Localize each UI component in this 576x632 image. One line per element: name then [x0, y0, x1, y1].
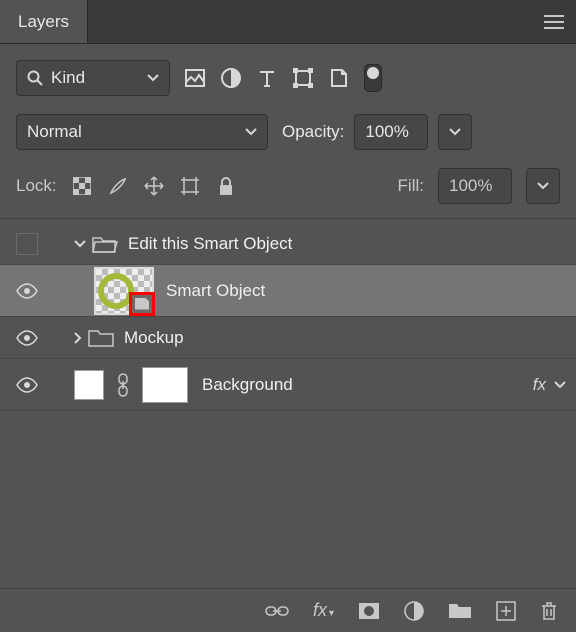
filter-pixel-button[interactable] — [184, 69, 206, 87]
link-icon[interactable] — [116, 373, 130, 397]
visibility-toggle[interactable] — [0, 377, 54, 393]
filter-toggle[interactable] — [364, 64, 382, 92]
blend-row: Normal Opacity: 100% — [0, 106, 576, 160]
filter-kind-select[interactable]: Kind — [16, 60, 170, 96]
filter-row: Kind — [0, 44, 576, 106]
lock-icon — [218, 176, 234, 196]
visibility-toggle[interactable] — [0, 330, 54, 346]
mask-button[interactable] — [358, 602, 380, 620]
chevron-down-icon[interactable] — [74, 240, 86, 248]
layers-list: Edit this Smart Object Smart Object — [0, 223, 576, 588]
divider — [0, 218, 576, 219]
fill-label: Fill: — [398, 176, 424, 196]
smartobject-icon — [330, 68, 348, 88]
opacity-label: Opacity: — [282, 122, 344, 142]
blend-mode-label: Normal — [27, 122, 82, 142]
new-group-button[interactable] — [448, 602, 472, 620]
opacity-dropdown-button[interactable] — [438, 114, 472, 150]
layer-smart-object[interactable]: Smart Object — [0, 265, 576, 317]
chevron-down-icon[interactable] — [554, 381, 566, 389]
fill-dropdown-button[interactable] — [526, 168, 560, 204]
delete-layer-button[interactable] — [540, 601, 558, 621]
lock-brush-button[interactable] — [107, 176, 129, 196]
folder-open-icon — [92, 234, 118, 254]
chevron-down-icon — [537, 182, 549, 190]
filter-adjustment-button[interactable] — [220, 68, 242, 88]
move-icon — [143, 175, 165, 197]
filter-shape-button[interactable] — [292, 68, 314, 88]
layer-thumbnail[interactable] — [74, 370, 104, 400]
chevron-down-icon — [245, 128, 257, 136]
opacity-value: 100% — [365, 122, 408, 142]
eye-icon — [16, 330, 38, 346]
visibility-toggle[interactable] — [0, 283, 54, 299]
panel-menu-button[interactable] — [532, 0, 576, 43]
brush-icon — [108, 176, 128, 196]
checker-icon — [73, 177, 91, 195]
fill-value: 100% — [449, 176, 492, 196]
type-icon — [258, 69, 276, 87]
artboard-icon — [179, 175, 201, 197]
chevron-down-icon — [147, 74, 159, 82]
link-layers-button[interactable] — [265, 604, 289, 618]
filter-type-button[interactable] — [256, 69, 278, 87]
image-icon — [185, 69, 205, 87]
empty-eye-icon — [16, 233, 38, 255]
folder-icon — [88, 328, 114, 348]
search-icon — [27, 70, 43, 86]
tab-layers[interactable]: Layers — [0, 0, 88, 43]
mask-icon — [358, 602, 380, 620]
lock-transparency-button[interactable] — [71, 177, 93, 195]
lock-artboard-button[interactable] — [179, 175, 201, 197]
tab-layers-label: Layers — [18, 12, 69, 32]
visibility-toggle[interactable] — [0, 233, 54, 255]
eye-icon — [16, 283, 38, 299]
plus-box-icon — [496, 601, 516, 621]
fx-indicator: fx — [533, 375, 546, 395]
folder-icon — [448, 602, 472, 620]
opacity-input[interactable]: 100% — [354, 114, 428, 150]
eye-icon — [16, 377, 38, 393]
filter-smartobject-button[interactable] — [328, 68, 350, 88]
lock-position-button[interactable] — [143, 175, 165, 197]
mask-thumbnail[interactable] — [142, 367, 188, 403]
blend-mode-select[interactable]: Normal — [16, 114, 268, 150]
layer-name: Background — [202, 375, 293, 395]
adjustment-icon — [404, 601, 424, 621]
trash-icon — [540, 601, 558, 621]
filter-kind-label: Kind — [51, 68, 85, 88]
lock-row: Lock: Fill: 100% — [0, 160, 576, 218]
adjustment-layer-button[interactable] — [404, 601, 424, 621]
layer-name: Mockup — [124, 328, 184, 348]
chain-icon — [265, 604, 289, 618]
layer-thumbnail[interactable] — [94, 267, 154, 315]
layer-name: Edit this Smart Object — [128, 234, 292, 254]
fx-button[interactable]: fx▾ — [313, 600, 334, 621]
adjustment-icon — [221, 68, 241, 88]
smartobject-badge-icon — [129, 292, 155, 316]
layer-group-mockup[interactable]: Mockup — [0, 317, 576, 359]
new-layer-button[interactable] — [496, 601, 516, 621]
lock-label: Lock: — [16, 176, 57, 196]
panel-tabbar: Layers — [0, 0, 576, 44]
chevron-down-icon — [449, 128, 461, 136]
layer-background[interactable]: Background fx — [0, 359, 576, 411]
shape-icon — [293, 68, 313, 88]
layer-name: Smart Object — [166, 281, 265, 301]
layer-group-edit-smart-object[interactable]: Edit this Smart Object — [0, 223, 576, 265]
panel-footer: fx▾ — [0, 588, 576, 632]
lock-all-button[interactable] — [215, 176, 237, 196]
hamburger-icon — [544, 15, 564, 29]
fill-input[interactable]: 100% — [438, 168, 512, 204]
chevron-right-icon[interactable] — [74, 332, 82, 344]
